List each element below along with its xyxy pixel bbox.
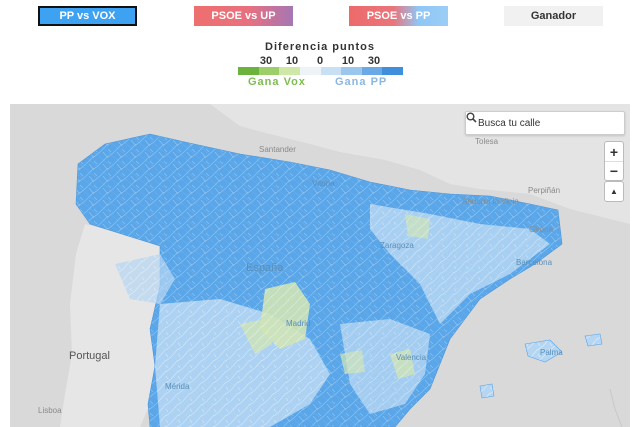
legend-tick-pp-10: 10 bbox=[341, 55, 355, 67]
psoe-vs-pp-button[interactable]: PSOE vs PP bbox=[349, 6, 448, 26]
legend-tick-zero: 0 bbox=[316, 55, 324, 67]
label-vitoria: Vitoria bbox=[312, 179, 335, 188]
label-lisboa: Lisboa bbox=[38, 406, 62, 415]
zoom-out-button[interactable]: − bbox=[605, 161, 623, 180]
zoom-controls: + − bbox=[604, 141, 624, 181]
label-palma: Palma bbox=[540, 348, 563, 357]
legend-swatch-1 bbox=[258, 67, 280, 75]
label-merida: Mérida bbox=[165, 382, 190, 391]
legend-color-scale bbox=[238, 67, 403, 75]
label-girona: Girona bbox=[529, 225, 554, 234]
legend-swatch-5 bbox=[341, 67, 362, 75]
legend-swatch-6 bbox=[361, 67, 383, 75]
label-santander: Santander bbox=[259, 145, 296, 154]
pp-vs-vox-button[interactable]: PP vs VOX bbox=[38, 6, 137, 26]
psoe-vs-up-button[interactable]: PSOE vs UP bbox=[194, 6, 293, 26]
winner-button[interactable]: Ganador bbox=[504, 6, 603, 26]
compass-controls: ▲ bbox=[604, 181, 624, 202]
legend-tick-vox-10: 10 bbox=[285, 55, 299, 67]
label-andorra: Andorra la Vieja bbox=[462, 197, 519, 206]
legend-swatch-0 bbox=[238, 67, 259, 75]
label-toulouse: Tolesa bbox=[475, 137, 499, 146]
legend-gana-vox: Gana Vox bbox=[248, 76, 306, 88]
legend-tick-pp-30: 30 bbox=[367, 55, 381, 67]
legend-gana-pp: Gana PP bbox=[335, 76, 388, 88]
label-valencia: Valencia bbox=[396, 353, 427, 362]
search-placeholder: Busca tu calle bbox=[478, 117, 541, 129]
legend-title: Diferencia puntos bbox=[265, 41, 375, 53]
label-perpinan: Perpiñán bbox=[528, 186, 561, 195]
legend-tick-vox-30: 30 bbox=[259, 55, 273, 67]
label-portugal: Portugal bbox=[69, 350, 110, 362]
label-zaragoza: Zaragoza bbox=[380, 241, 414, 250]
zoom-in-button[interactable]: + bbox=[605, 142, 623, 161]
election-map[interactable]: Santander Tolesa Vitoria Perpiñán Andorr… bbox=[10, 104, 630, 427]
legend-swatch-2 bbox=[279, 67, 300, 75]
reset-north-button[interactable]: ▲ bbox=[605, 182, 623, 201]
label-espana: España bbox=[246, 262, 284, 274]
legend-swatch-4 bbox=[320, 67, 342, 75]
search-icon bbox=[466, 112, 477, 123]
legend-swatch-3 bbox=[299, 67, 321, 75]
street-search-input[interactable]: Busca tu calle bbox=[465, 111, 625, 135]
legend-swatch-7 bbox=[382, 67, 403, 75]
label-barcelona: Barcelona bbox=[516, 258, 553, 267]
label-madrid: Madrid bbox=[286, 319, 311, 328]
